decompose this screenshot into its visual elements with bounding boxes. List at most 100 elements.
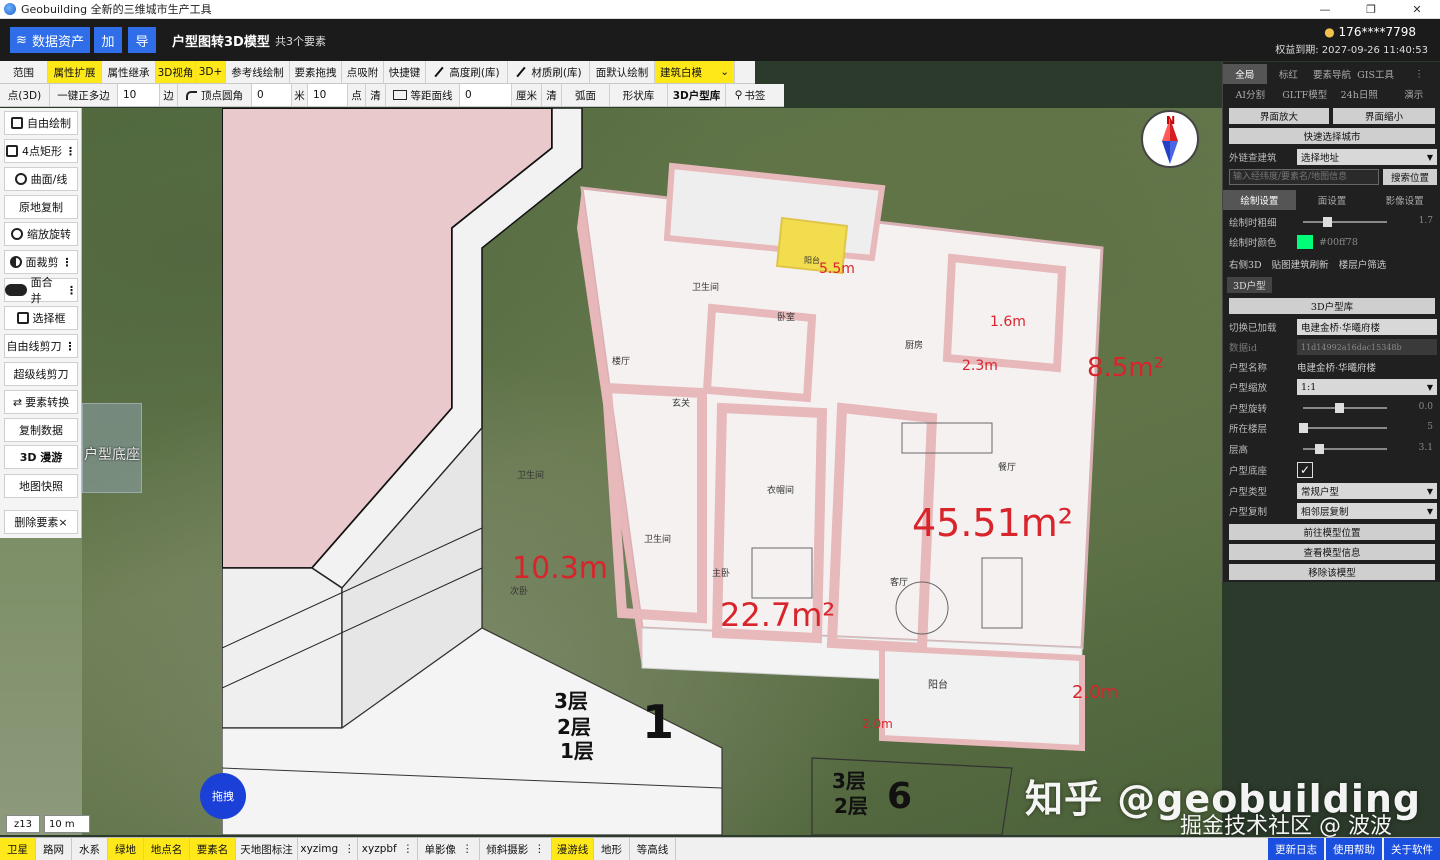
search-input[interactable]: [1229, 169, 1379, 185]
rotate-slider[interactable]: 0.0: [1297, 400, 1437, 416]
tab-gltf-model[interactable]: GLTF模型: [1278, 84, 1333, 104]
ext-building-select[interactable]: 选择地址 ▼: [1297, 149, 1437, 165]
export-button[interactable]: 导: [128, 27, 156, 53]
tool-copy-data[interactable]: 复制数据: [4, 418, 78, 442]
layer-contours[interactable]: 等高线: [630, 838, 676, 860]
color-swatch[interactable]: [1297, 235, 1313, 249]
layer-roam-line[interactable]: 漫游线: [552, 838, 594, 860]
shape-library-button[interactable]: 形状库: [610, 84, 668, 106]
tool-attr-extend[interactable]: 属性扩展: [48, 61, 102, 83]
delete-feature-button[interactable]: 删除要素×: [4, 510, 78, 534]
equidistant-input[interactable]: 0: [460, 84, 512, 106]
tool-default-face[interactable]: 面默认绘制: [590, 61, 655, 83]
drag-button[interactable]: 拖拽: [200, 773, 246, 819]
tab-sunlight[interactable]: 24h日照: [1332, 84, 1387, 104]
switch-select[interactable]: 电建金桥·华曦府楼: [1297, 319, 1437, 335]
tool-feature-convert[interactable]: ⇄ 要素转换: [4, 390, 78, 414]
layer-tianditu[interactable]: 天地图标注: [236, 838, 298, 860]
tab-imagery-settings[interactable]: 影像设置: [1368, 190, 1440, 210]
layer-feature-names[interactable]: 要素名: [190, 838, 236, 860]
tool-attr-inherit[interactable]: 属性继承: [102, 61, 156, 83]
tool-guide-line[interactable]: 参考线绘制: [226, 61, 290, 83]
goto-model-button[interactable]: 前往模型位置: [1229, 524, 1435, 540]
search-location-button[interactable]: 搜索位置: [1383, 169, 1437, 185]
layer-single-image[interactable]: 单影像 ⋮: [418, 838, 480, 860]
maximize-button[interactable]: ❐: [1348, 0, 1394, 19]
tab-gis-tools[interactable]: GIS工具: [1354, 64, 1398, 84]
tool-free-scissors[interactable]: 自由线剪刀 ⋮: [4, 334, 78, 358]
user-account[interactable]: ● 176****7798: [1324, 25, 1416, 39]
tool-vertex-round[interactable]: 顶点圆角: [178, 84, 252, 106]
layer-roads[interactable]: 路网: [36, 838, 72, 860]
scale-select[interactable]: 1:1 ▼: [1297, 379, 1437, 395]
tab-face-settings[interactable]: 面设置: [1296, 190, 1369, 210]
tool-super-scissors[interactable]: 超级线剪刀: [4, 362, 78, 386]
tool-height-brush[interactable]: 高度刷(库): [426, 61, 508, 83]
quick-city-button[interactable]: 快速选择城市: [1229, 128, 1435, 144]
tool-feature-drag[interactable]: 要素拖拽: [290, 61, 342, 83]
tool-select-box[interactable]: 选择框: [4, 306, 78, 330]
tool-copy-in-place[interactable]: 原地复制: [4, 195, 78, 219]
tool-material-brush[interactable]: 材质刷(库): [508, 61, 590, 83]
tab-demo[interactable]: 演示: [1387, 84, 1440, 104]
base-checkbox[interactable]: ✓: [1297, 462, 1313, 478]
ui-zoom-in-button[interactable]: 界面放大: [1229, 108, 1329, 124]
bookmark-button[interactable]: ⚲ 书签: [726, 84, 774, 106]
tab-draw-settings[interactable]: 绘制设置: [1223, 190, 1296, 210]
clear-button-1[interactable]: 清: [366, 84, 386, 106]
copy-select[interactable]: 相邻层复制 ▼: [1297, 503, 1437, 519]
map-viewport[interactable]: 5.5m 1.6m 2.3m 8.5m² 2.0m 45.51m² 10.3m …: [82, 108, 1222, 835]
help-button[interactable]: 使用帮助: [1326, 838, 1382, 860]
slider-knob[interactable]: [1299, 423, 1308, 433]
layer-terrain[interactable]: 地形: [594, 838, 630, 860]
model-info-button[interactable]: 查看模型信息: [1229, 544, 1435, 560]
house-library-button[interactable]: 3D户型库: [668, 84, 726, 106]
tool-point-snap[interactable]: 点吸附: [342, 61, 384, 83]
right-3d-link[interactable]: 右侧3D: [1229, 257, 1262, 271]
tool-equidistant[interactable]: 等距面线: [386, 84, 460, 106]
slider-knob[interactable]: [1315, 444, 1324, 454]
tool-3d-plus[interactable]: 3D+: [196, 61, 226, 83]
tool-face-merge[interactable]: 面合并 ⋮: [4, 276, 78, 305]
height-slider[interactable]: 3.1: [1297, 441, 1437, 457]
ui-zoom-out-button[interactable]: 界面缩小: [1333, 108, 1435, 124]
layer-place-names[interactable]: 地点名: [144, 838, 190, 860]
tab-ai-segment[interactable]: AI分割: [1223, 84, 1278, 104]
add-button[interactable]: 加: [94, 27, 122, 53]
about-button[interactable]: 关于软件: [1384, 838, 1440, 860]
minimize-button[interactable]: —: [1302, 0, 1348, 19]
clear-button-2[interactable]: 清: [542, 84, 562, 106]
tool-point-3d[interactable]: 点(3D): [0, 84, 50, 106]
point-count-input[interactable]: 10: [308, 84, 348, 106]
house-library-panel-button[interactable]: 3D户型库: [1229, 298, 1435, 314]
tool-shortcuts[interactable]: 快捷键: [384, 61, 426, 83]
type-select[interactable]: 常规户型 ▼: [1297, 483, 1437, 499]
layer-green[interactable]: 绿地: [108, 838, 144, 860]
tool-3d-roam[interactable]: 3D 漫游: [4, 445, 78, 469]
tool-4pt-rect[interactable]: 4点矩形 ⋮: [4, 139, 78, 163]
texture-refresh-link[interactable]: 贴图建筑刷新: [1272, 257, 1329, 271]
tool-regular-polygon[interactable]: 一键正多边: [50, 84, 118, 106]
tool-arc-face[interactable]: 弧面: [562, 84, 610, 106]
tool-map-snapshot[interactable]: 地图快照: [4, 474, 78, 498]
round-radius-input[interactable]: 0: [252, 84, 292, 106]
slider-knob[interactable]: [1335, 403, 1344, 413]
tool-free-draw[interactable]: 自由绘制: [4, 111, 78, 135]
layer-oblique[interactable]: 倾斜摄影 ⋮: [480, 838, 552, 860]
polygon-sides-input[interactable]: 10: [118, 84, 160, 106]
tab-global[interactable]: 全局: [1223, 64, 1267, 84]
layer-xyzimg[interactable]: xyzimg ⋮: [298, 838, 358, 860]
layer-satellite[interactable]: 卫星: [0, 838, 36, 860]
tool-range[interactable]: 范围: [0, 61, 48, 83]
close-button[interactable]: ✕: [1394, 0, 1440, 19]
layer-xyzpbf[interactable]: xyzpbf ⋮: [358, 838, 418, 860]
data-assets-button[interactable]: ≋ 数据资产: [10, 27, 90, 53]
floor-slider[interactable]: 5: [1297, 420, 1437, 436]
changelog-button[interactable]: 更新日志: [1268, 838, 1324, 860]
layer-water[interactable]: 水系: [72, 838, 108, 860]
tab-feature-nav[interactable]: 要素导航: [1310, 64, 1354, 84]
floor-filter-link[interactable]: 楼层户筛选: [1339, 257, 1387, 271]
tool-curve[interactable]: 曲面/线: [4, 167, 78, 191]
slider-knob[interactable]: [1323, 217, 1332, 227]
line-width-slider[interactable]: 1.7: [1297, 214, 1437, 230]
